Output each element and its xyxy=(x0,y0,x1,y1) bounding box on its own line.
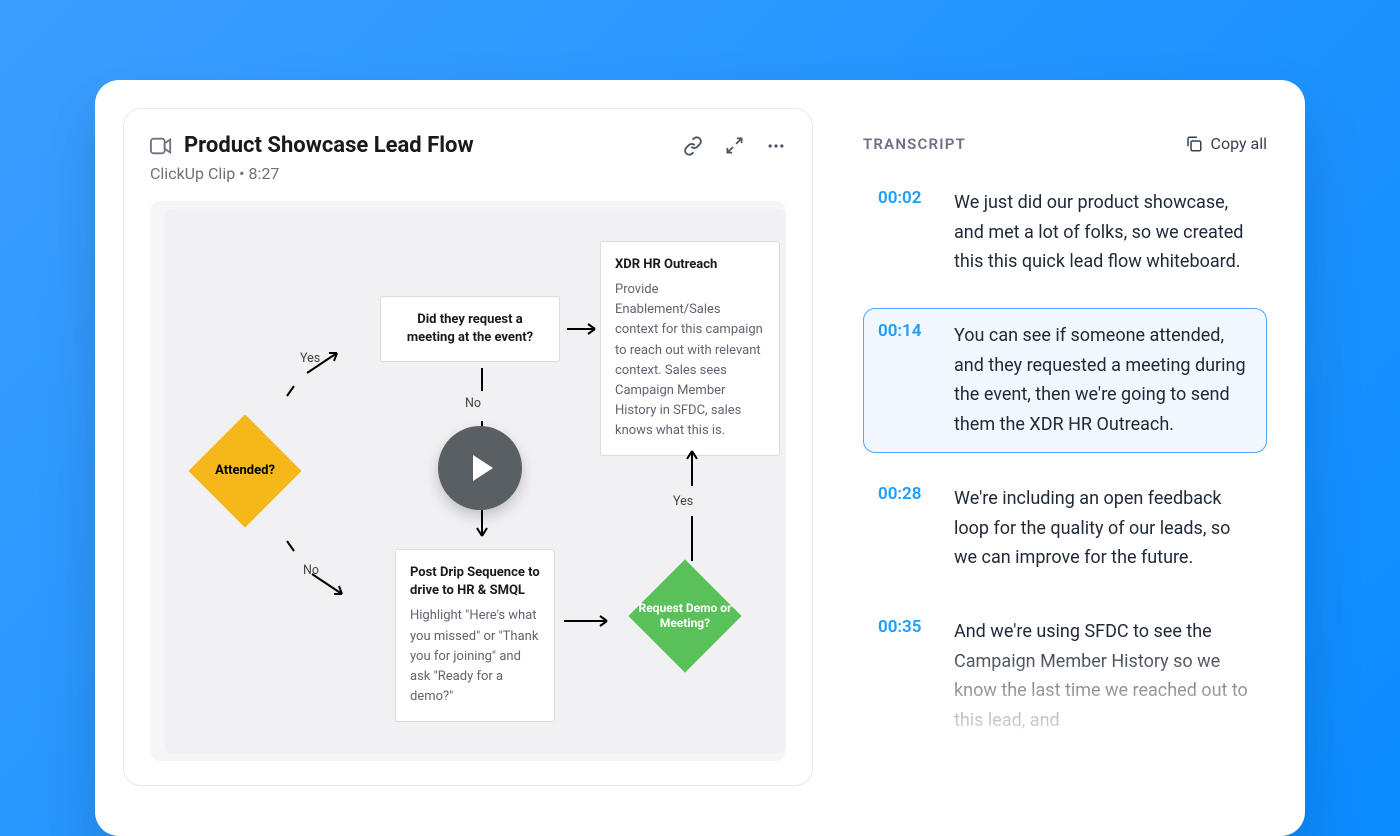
arrow-icon xyxy=(562,611,617,631)
node-request-meeting: Did they request a meeting at the event? xyxy=(380,296,560,362)
expand-icon[interactable] xyxy=(725,136,744,155)
node-request-meeting-label: Did they request a meeting at the event? xyxy=(395,311,545,347)
copy-all-label: Copy all xyxy=(1211,134,1267,153)
transcript-time: 00:14 xyxy=(878,321,932,440)
transcript-time: 00:35 xyxy=(878,617,932,736)
whiteboard-inner: Attended? Yes No xyxy=(170,201,786,761)
transcript-text: And we're using SFDC to see the Campaign… xyxy=(954,617,1252,736)
transcript-row[interactable]: 00:02 We just did our product showcase, … xyxy=(863,175,1267,290)
transcript-text: We just did our product showcase, and me… xyxy=(954,188,1252,277)
clip-meta: ClickUp Clip • 8:27 xyxy=(150,164,786,183)
transcript-row[interactable]: 00:35 And we're using SFDC to see the Ca… xyxy=(863,604,1267,749)
clip-header: Product Showcase Lead Flow xyxy=(150,133,786,158)
transcript-list[interactable]: 00:02 We just did our product showcase, … xyxy=(863,175,1267,749)
transcript-panel: TRANSCRIPT Copy all 00:02 We just did ou… xyxy=(863,108,1277,836)
transcript-time: 00:28 xyxy=(878,484,932,573)
play-button[interactable] xyxy=(438,426,522,510)
transcript-row[interactable]: 00:14 You can see if someone attended, a… xyxy=(863,308,1267,453)
clip-container: Product Showcase Lead Flow xyxy=(123,108,813,786)
clip-duration: 8:27 xyxy=(249,164,280,183)
clip-panel: Product Showcase Lead Flow xyxy=(123,108,813,836)
copy-all-button[interactable]: Copy all xyxy=(1185,134,1267,153)
node-request-demo: Request Demo or Meeting? xyxy=(630,561,740,671)
node-xdr-title: XDR HR Outreach xyxy=(615,256,765,274)
clip-card: Product Showcase Lead Flow xyxy=(95,80,1305,836)
node-xdr: XDR HR Outreach Provide Enablement/Sales… xyxy=(600,241,780,456)
node-attended-label: Attended? xyxy=(209,463,281,479)
node-post-drip-title: Post Drip Sequence to drive to HR & SMQL xyxy=(410,564,540,600)
transcript-time: 00:02 xyxy=(878,188,932,277)
transcript-text: You can see if someone attended, and the… xyxy=(954,321,1252,440)
arrow-icon xyxy=(282,536,372,606)
transcript-text: We're including an open feedback loop fo… xyxy=(954,484,1252,573)
transcript-label: TRANSCRIPT xyxy=(863,135,966,153)
transcript-row[interactable]: 00:28 We're including an open feedback l… xyxy=(863,471,1267,586)
copy-icon xyxy=(1185,135,1203,153)
clip-source: ClickUp Clip xyxy=(150,164,235,183)
link-icon[interactable] xyxy=(683,136,703,156)
transcript-header: TRANSCRIPT Copy all xyxy=(863,134,1267,153)
node-attended: Attended? xyxy=(190,416,300,526)
arrow-icon xyxy=(682,446,702,566)
clip-title-wrap: Product Showcase Lead Flow xyxy=(150,133,474,158)
node-xdr-body: Provide Enablement/Sales context for thi… xyxy=(615,280,765,441)
node-post-drip-body: Highlight "Here's what you missed" or "T… xyxy=(410,606,540,707)
node-request-demo-label: Request Demo or Meeting? xyxy=(630,601,740,631)
arrow-icon xyxy=(565,319,605,339)
play-icon xyxy=(473,455,493,481)
clip-actions xyxy=(683,136,786,156)
arrow-icon xyxy=(282,341,362,401)
more-icon[interactable] xyxy=(766,136,786,156)
node-post-drip: Post Drip Sequence to drive to HR & SMQL… xyxy=(395,549,555,722)
video-icon xyxy=(150,137,172,155)
clip-title: Product Showcase Lead Flow xyxy=(184,133,474,158)
whiteboard-preview: Attended? Yes No xyxy=(150,201,786,761)
